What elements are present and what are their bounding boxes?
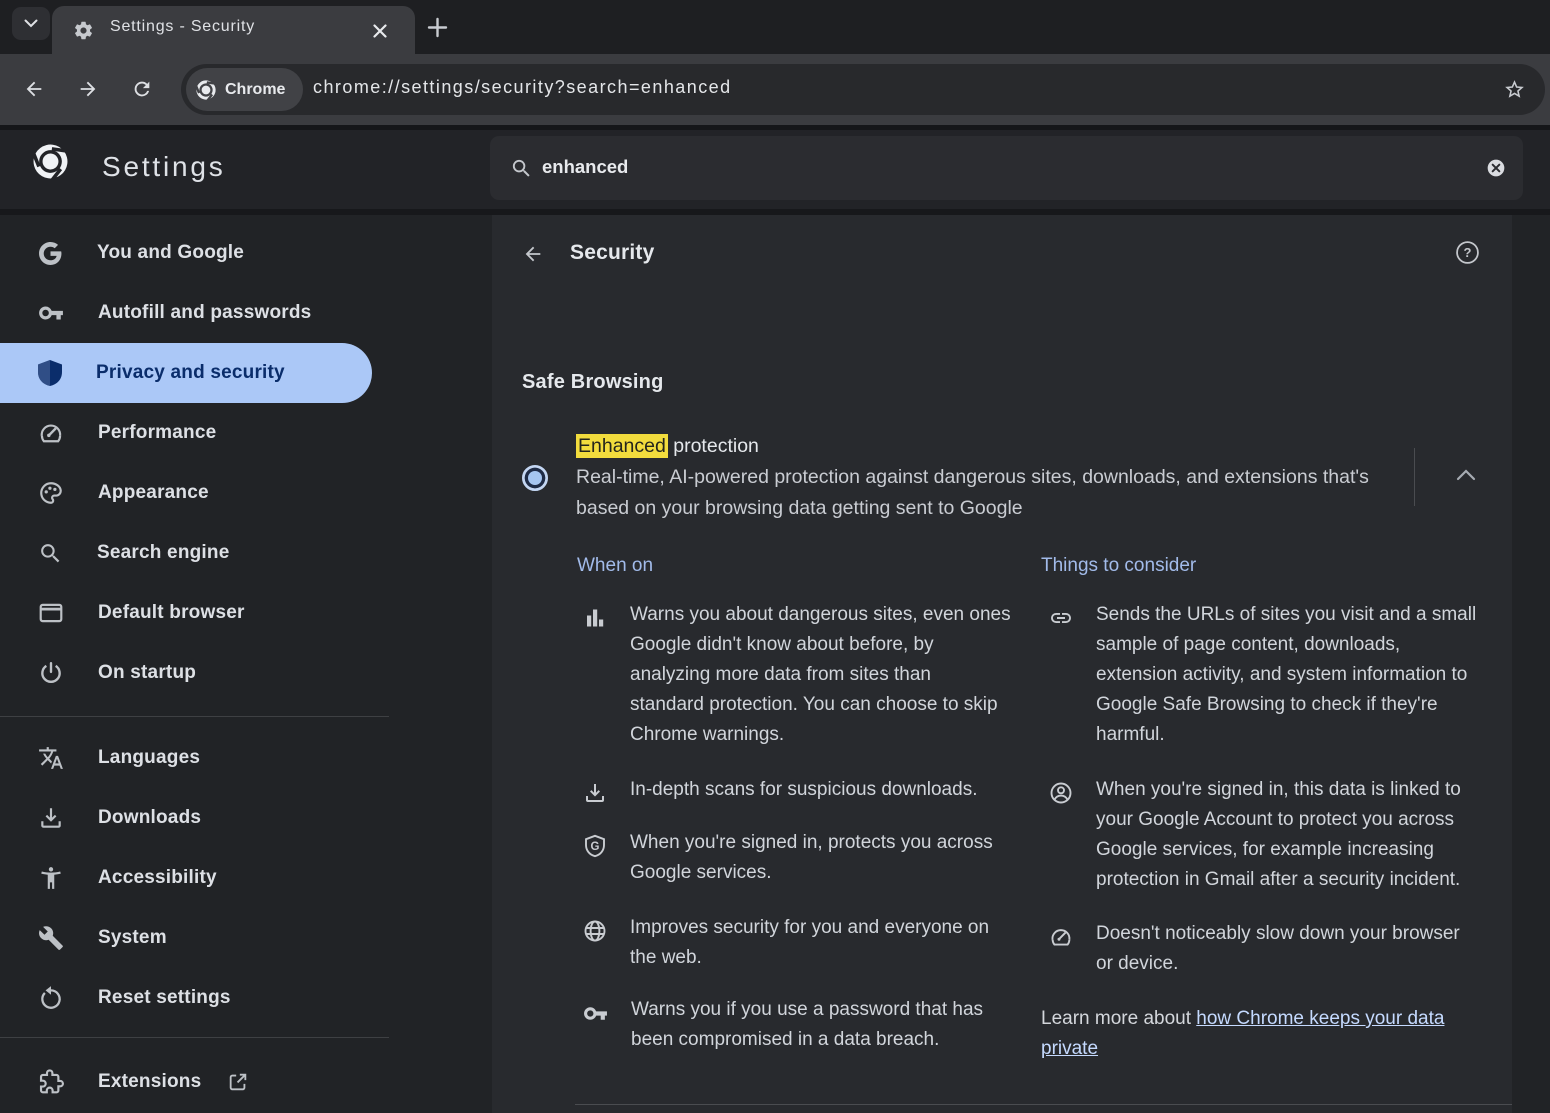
svg-text:G: G	[591, 841, 600, 853]
svg-text:?: ?	[1464, 245, 1472, 260]
